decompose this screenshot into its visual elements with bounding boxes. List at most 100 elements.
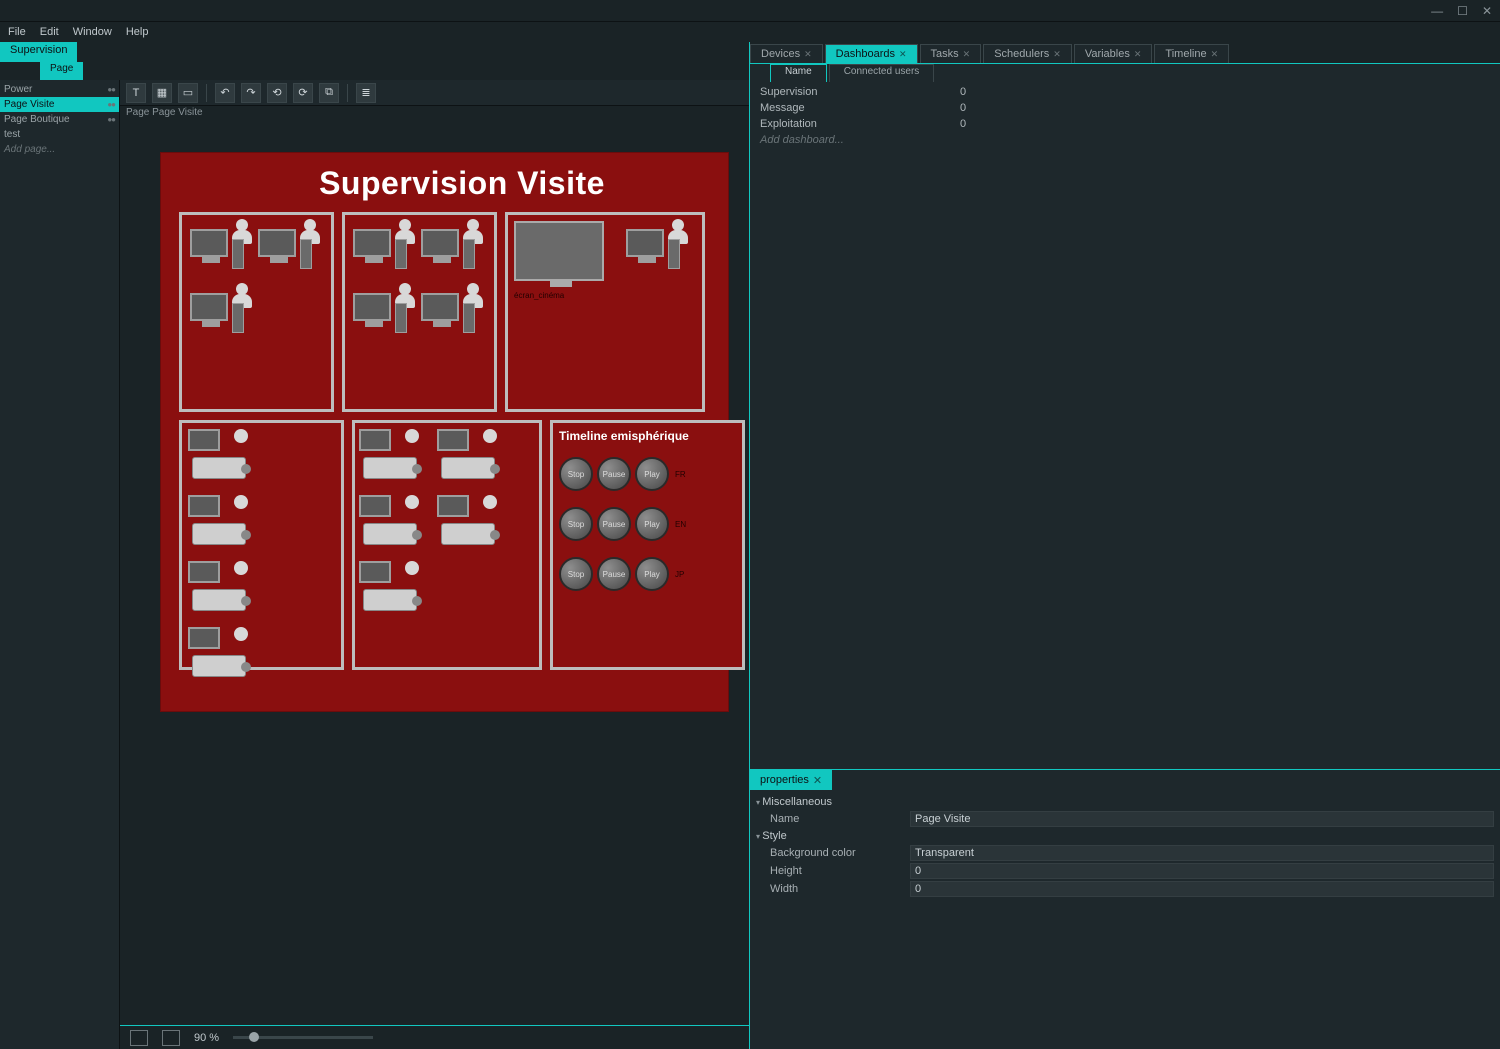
window-minimize-button[interactable]: — [1431, 4, 1443, 18]
menu-help[interactable]: Help [126, 26, 149, 38]
close-icon[interactable]: ✕ [1211, 49, 1219, 60]
play-button[interactable]: Play [635, 507, 669, 541]
prop-group-misc[interactable]: Miscellaneous [756, 794, 1494, 810]
prop-value-bgcolor[interactable]: Transparent [910, 845, 1494, 861]
tab-schedulers[interactable]: Schedulers✕ [983, 44, 1072, 63]
text-tool-icon[interactable]: T [126, 83, 146, 103]
dashboard-row[interactable]: Exploitation0 [750, 116, 1500, 132]
page-item-label: Page Boutique [4, 114, 70, 125]
dashboard-row[interactable]: Message0 [750, 100, 1500, 116]
tab-properties[interactable]: properties✕ [750, 770, 832, 790]
tab-label: Devices [761, 48, 800, 60]
workstation-icon[interactable] [256, 221, 318, 279]
left-panel-tabs: Supervision [0, 42, 749, 62]
prop-value-width[interactable]: 0 [910, 881, 1494, 897]
device-group[interactable] [179, 420, 344, 670]
close-icon[interactable]: ✕ [899, 49, 907, 60]
tab-tasks[interactable]: Tasks✕ [920, 44, 982, 63]
group-icon[interactable]: ⧉ [319, 83, 339, 103]
window-titlebar: — ☐ ✕ [0, 0, 1500, 22]
redo-icon[interactable]: ↷ [241, 83, 261, 103]
close-icon[interactable]: ✕ [963, 49, 971, 60]
workstation-icon[interactable] [351, 221, 413, 279]
timeline-control-group[interactable]: Timeline emisphérique Stop Pause Play FR… [550, 420, 745, 670]
image-tool-icon[interactable]: ▦ [152, 83, 172, 103]
window-maximize-button[interactable]: ☐ [1457, 4, 1468, 18]
device-label: écran_cinéma [514, 291, 614, 300]
subtab-connected-users[interactable]: Connected users [829, 64, 935, 82]
projector-icon[interactable] [359, 495, 431, 555]
close-icon[interactable]: ✕ [813, 774, 822, 787]
fit-view-icon[interactable] [130, 1030, 148, 1046]
prop-row: Name Page Visite [756, 810, 1494, 828]
projector-icon[interactable] [437, 495, 509, 555]
menu-window[interactable]: Window [73, 26, 112, 38]
zoom-slider[interactable] [233, 1036, 373, 1039]
stop-button[interactable]: Stop [559, 507, 593, 541]
projector-icon[interactable] [437, 429, 509, 489]
projector-icon[interactable] [188, 561, 260, 621]
actual-size-icon[interactable] [162, 1030, 180, 1046]
shape-tool-icon[interactable]: ▭ [178, 83, 198, 103]
tab-devices[interactable]: Devices ✕ [750, 44, 823, 63]
timeline-lang-label: FR [675, 470, 686, 479]
prop-key: Height [770, 865, 910, 877]
projector-icon[interactable] [188, 429, 260, 489]
power-indicator-icon: ●● [107, 115, 115, 124]
workstation-icon[interactable] [624, 221, 686, 279]
dashboard-row[interactable]: Supervision0 [750, 84, 1500, 100]
close-icon[interactable]: ✕ [804, 49, 812, 60]
device-group[interactable] [352, 420, 542, 670]
projector-icon[interactable] [359, 429, 431, 489]
projector-icon[interactable] [359, 561, 431, 621]
projector-icon[interactable] [188, 495, 260, 555]
projector-icon[interactable] [188, 627, 260, 687]
tab-timeline[interactable]: Timeline✕ [1154, 44, 1229, 63]
page-item-label: Power [4, 84, 32, 95]
play-button[interactable]: Play [635, 457, 669, 491]
device-group[interactable] [342, 212, 497, 412]
page-item-page-visite[interactable]: Page Visite●● [0, 97, 119, 112]
zoom-thumb[interactable] [249, 1032, 259, 1042]
page-item-page-boutique[interactable]: Page Boutique ●● [0, 112, 119, 127]
pause-button[interactable]: Pause [597, 557, 631, 591]
subtab-page[interactable]: Page [40, 62, 83, 80]
undo-icon[interactable]: ↶ [215, 83, 235, 103]
device-group[interactable] [179, 212, 334, 412]
prop-value-height[interactable]: 0 [910, 863, 1494, 879]
workstation-icon[interactable] [419, 285, 481, 343]
dashboard-add[interactable]: Add dashboard... [750, 132, 1500, 148]
close-icon[interactable]: ✕ [1053, 49, 1061, 60]
rotate-left-icon[interactable]: ⟲ [267, 83, 287, 103]
tab-supervision[interactable]: Supervision [0, 42, 78, 62]
workstation-icon[interactable] [351, 285, 413, 343]
close-icon[interactable]: ✕ [1134, 49, 1142, 60]
menu-file[interactable]: File [8, 26, 26, 38]
prop-value-name[interactable]: Page Visite [910, 811, 1494, 827]
play-button[interactable]: Play [635, 557, 669, 591]
stop-button[interactable]: Stop [559, 557, 593, 591]
window-close-button[interactable]: ✕ [1482, 4, 1492, 18]
canvas-viewport[interactable]: Supervision Visite [120, 122, 749, 1025]
tab-dashboards[interactable]: Dashboards✕ [825, 44, 918, 63]
prop-group-style[interactable]: Style [756, 828, 1494, 844]
tab-variables[interactable]: Variables✕ [1074, 44, 1153, 63]
left-panel-subtabs: Page [0, 62, 749, 80]
workstation-icon[interactable] [188, 221, 250, 279]
cinema-screen-icon[interactable] [514, 221, 604, 281]
device-group[interactable]: écran_cinéma [505, 212, 705, 412]
pause-button[interactable]: Pause [597, 507, 631, 541]
page-item-add[interactable]: Add page... [0, 142, 119, 157]
workstation-icon[interactable] [419, 221, 481, 279]
layer-icon[interactable]: ≣ [356, 83, 376, 103]
pause-button[interactable]: Pause [597, 457, 631, 491]
rotate-right-icon[interactable]: ⟳ [293, 83, 313, 103]
prop-row: Background color Transparent [756, 844, 1494, 862]
workstation-icon[interactable] [188, 285, 250, 343]
subtab-name[interactable]: Name [770, 64, 827, 82]
dashboard-canvas[interactable]: Supervision Visite [160, 152, 729, 712]
menu-edit[interactable]: Edit [40, 26, 59, 38]
stop-button[interactable]: Stop [559, 457, 593, 491]
page-item-power[interactable]: Power●● [0, 82, 119, 97]
page-item-test[interactable]: test [0, 127, 119, 142]
